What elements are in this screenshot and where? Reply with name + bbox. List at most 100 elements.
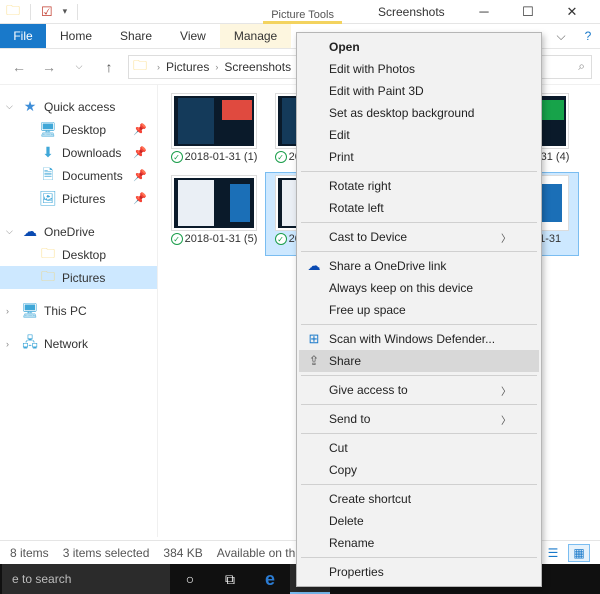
chevron-right-icon: 〉 <box>501 412 511 427</box>
menu-cut[interactable]: Cut <box>299 437 539 459</box>
menu-separator <box>301 557 537 558</box>
od-pictures-label: Pictures <box>62 271 105 285</box>
menu-cast[interactable]: Cast to Device〉 <box>299 226 539 248</box>
sidebar-item-od-pictures[interactable]: 🗀 Pictures <box>0 266 157 289</box>
share-tab[interactable]: Share <box>106 24 166 48</box>
menu-create-shortcut[interactable]: Create shortcut <box>299 488 539 510</box>
menu-rotate-right[interactable]: Rotate right <box>299 175 539 197</box>
menu-separator <box>301 484 537 485</box>
menu-label: Free up space <box>329 303 406 317</box>
folder-icon: 🗀 <box>40 270 56 286</box>
qat-customize-icon[interactable]: ▾ <box>63 6 68 17</box>
pin-icon: 📌 <box>133 146 147 159</box>
minimize-button[interactable]: ─ <box>462 0 506 24</box>
details-view-button[interactable]: ☰ <box>542 544 564 562</box>
window-title: Screenshots <box>378 5 445 19</box>
home-tab[interactable]: Home <box>46 24 106 48</box>
menu-label: Properties <box>329 565 384 579</box>
od-desktop-label: Desktop <box>62 248 106 262</box>
navigation-pane: ⌵★Quick access 🖥Desktop📌 ⬇Downloads📌 🗎Do… <box>0 85 158 537</box>
sidebar-item-downloads[interactable]: ⬇Downloads📌 <box>0 141 157 164</box>
view-tab[interactable]: View <box>166 24 220 48</box>
menu-give-access[interactable]: Give access to〉 <box>299 379 539 401</box>
onedrive-label: OneDrive <box>44 225 95 239</box>
menu-label: Print <box>329 150 354 164</box>
menu-label: Open <box>329 40 360 54</box>
menu-label: Rename <box>329 536 374 550</box>
menu-rotate-left[interactable]: Rotate left <box>299 197 539 219</box>
chevron-down-icon[interactable]: ⌵ <box>6 101 13 112</box>
menu-label: Delete <box>329 514 364 528</box>
file-item[interactable]: ✓2018-01-31 (1) <box>162 91 266 173</box>
menu-edit[interactable]: Edit <box>299 124 539 146</box>
menu-free-up-space[interactable]: Free up space <box>299 299 539 321</box>
menu-properties[interactable]: Properties <box>299 561 539 583</box>
forward-button[interactable]: → <box>38 56 60 78</box>
crumb-screenshots[interactable]: Screenshots <box>224 60 291 74</box>
edge-icon[interactable]: e <box>250 564 290 594</box>
menu-rename[interactable]: Rename <box>299 532 539 554</box>
menu-send-to[interactable]: Send to 〉 <box>299 408 539 430</box>
maximize-button[interactable]: ☐ <box>506 0 550 24</box>
menu-set-background[interactable]: Set as desktop background <box>299 102 539 124</box>
properties-icon[interactable]: ☑ <box>41 4 53 20</box>
chevron-right-icon[interactable]: › <box>6 306 9 316</box>
onedrive-icon: ☁ <box>22 224 38 240</box>
recent-locations-icon[interactable]: ⌵ <box>68 56 90 78</box>
thumbnail <box>171 93 257 149</box>
menu-edit-photos[interactable]: Edit with Photos <box>299 58 539 80</box>
help-icon[interactable]: ? <box>576 24 600 48</box>
chevron-right-icon[interactable]: › <box>215 62 218 72</box>
sidebar-item-quick-access[interactable]: ⌵★Quick access <box>0 95 157 118</box>
sidebar-item-this-pc[interactable]: ›🖥This PC <box>0 299 157 322</box>
menu-label: Cast to Device <box>329 230 407 244</box>
menu-delete[interactable]: Delete <box>299 510 539 532</box>
documents-icon: 🗎 <box>40 168 56 184</box>
taskbar-search[interactable]: e to search <box>2 564 170 594</box>
menu-print[interactable]: Print <box>299 146 539 168</box>
file-tab[interactable]: File <box>0 24 46 48</box>
chevron-right-icon[interactable]: › <box>6 339 9 349</box>
close-button[interactable]: ✕ <box>550 0 594 24</box>
folder-icon[interactable]: 🗀 <box>6 0 20 24</box>
menu-label: Rotate left <box>329 201 384 215</box>
task-view-icon[interactable]: ⧉ <box>210 564 250 594</box>
menu-label: Always keep on this device <box>329 281 473 295</box>
menu-label: Share <box>329 354 361 368</box>
sidebar-item-documents[interactable]: 🗎Documents📌 <box>0 164 157 187</box>
menu-share[interactable]: ⇪Share <box>299 350 539 372</box>
status-selected-count: 3 items selected <box>63 546 150 560</box>
chevron-down-icon[interactable]: ⌵ <box>6 226 13 237</box>
menu-always-keep[interactable]: Always keep on this device <box>299 277 539 299</box>
file-item[interactable]: ✓2018-01-31 (5) <box>162 173 266 255</box>
file-label: 2018-01-31 (5) <box>185 233 258 245</box>
ribbon-expand-icon[interactable]: ⌵ <box>546 24 576 48</box>
search-icon: ⌕ <box>578 59 585 74</box>
sidebar-item-od-desktop[interactable]: 🗀 Desktop <box>0 243 157 266</box>
sidebar-item-onedrive[interactable]: ⌵ ☁ OneDrive <box>0 220 157 243</box>
up-button[interactable]: ↑ <box>98 56 120 78</box>
menu-separator <box>301 375 537 376</box>
menu-label: Send to <box>329 412 370 426</box>
thumbnails-view-button[interactable]: ▦ <box>568 544 590 562</box>
menu-label: Scan with Windows Defender... <box>329 332 495 346</box>
menu-label: Edit <box>329 128 350 142</box>
cortana-icon[interactable]: ○ <box>170 564 210 594</box>
menu-copy[interactable]: Copy <box>299 459 539 481</box>
sidebar-item-network[interactable]: ›🖧Network <box>0 332 157 355</box>
menu-share-onedrive[interactable]: ☁Share a OneDrive link <box>299 255 539 277</box>
sidebar-item-desktop[interactable]: 🖥Desktop📌 <box>0 118 157 141</box>
manage-tab[interactable]: Manage <box>220 24 291 48</box>
menu-open[interactable]: Open <box>299 36 539 58</box>
sync-icon: ✓ <box>275 151 287 163</box>
chevron-right-icon[interactable]: › <box>157 62 160 72</box>
folder-icon: 🗀 <box>40 247 56 263</box>
back-button[interactable]: ← <box>8 56 30 78</box>
menu-label: Set as desktop background <box>329 106 474 120</box>
menu-defender-scan[interactable]: ⊞Scan with Windows Defender... <box>299 328 539 350</box>
sidebar-item-pictures[interactable]: 🖼Pictures📌 <box>0 187 157 210</box>
crumb-pictures[interactable]: Pictures <box>166 60 209 74</box>
menu-edit-paint3d[interactable]: Edit with Paint 3D <box>299 80 539 102</box>
sync-icon: ✓ <box>171 233 183 245</box>
desktop-label: Desktop <box>62 123 106 137</box>
